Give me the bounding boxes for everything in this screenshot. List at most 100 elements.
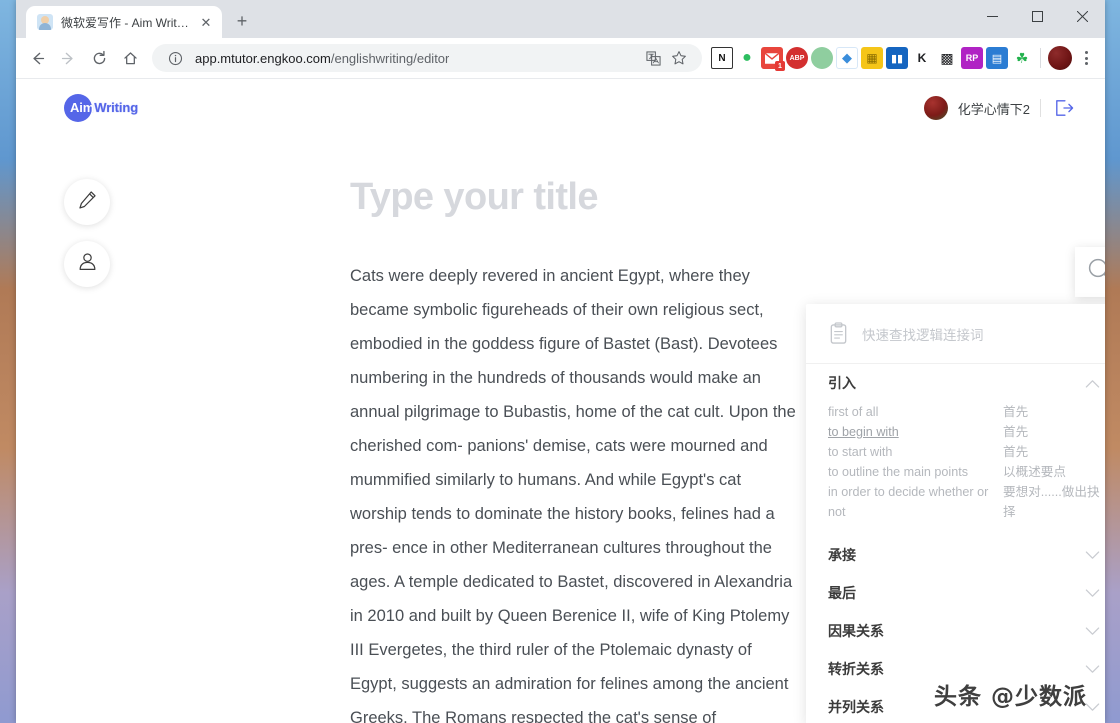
browser-titlebar: 微软爱写作 - Aim Writing ✕ + bbox=[16, 0, 1105, 38]
kami-extension-icon[interactable]: K bbox=[911, 47, 933, 69]
entry-chinese: 首先 bbox=[1003, 405, 1029, 419]
wechat-extension-icon[interactable]: ☘ bbox=[1011, 47, 1033, 69]
logo-aim: Aim bbox=[70, 100, 95, 115]
browser-toolbar: app.mtutor.engkoo.com/englishwriting/edi… bbox=[16, 38, 1105, 78]
app-header: AimWriting 化学心情下2 bbox=[16, 79, 1105, 137]
notion-extension-icon[interactable]: N bbox=[711, 47, 733, 69]
section-title: 并列关系 bbox=[828, 699, 884, 715]
address-bar[interactable]: app.mtutor.engkoo.com/englishwriting/edi… bbox=[152, 44, 702, 72]
maximize-icon[interactable] bbox=[1015, 0, 1060, 32]
grid-extension-icon[interactable]: ▦ bbox=[861, 47, 883, 69]
evernote-extension-icon[interactable]: ● bbox=[736, 47, 758, 69]
header-user-area: 化学心情下2 bbox=[923, 95, 1077, 121]
browser-profile-avatar[interactable] bbox=[1048, 46, 1072, 70]
clipboard-icon bbox=[828, 322, 850, 345]
assistant-tool-button[interactable] bbox=[64, 241, 110, 287]
header-separator bbox=[1040, 99, 1041, 117]
user-name: 化学心情下2 bbox=[957, 101, 1030, 117]
close-window-icon[interactable] bbox=[1060, 0, 1105, 32]
list-item[interactable]: to start with 首先 bbox=[828, 442, 1100, 462]
url-text: app.mtutor.engkoo.com/englishwriting/edi… bbox=[195, 51, 449, 66]
green-circle-extension-icon[interactable] bbox=[811, 47, 833, 69]
document-title-placeholder[interactable]: Type your title bbox=[350, 175, 802, 221]
connective-words-panel: 快速查找逻辑连接词 引入 first of all 首先 to begin wi… bbox=[806, 304, 1105, 723]
toolbar-divider bbox=[1040, 48, 1041, 68]
mail-badge: 1 bbox=[775, 61, 785, 71]
section-title: 引入 bbox=[828, 375, 856, 391]
panel-search-row[interactable]: 快速查找逻辑连接词 bbox=[806, 304, 1105, 364]
bookmark-star-icon[interactable] bbox=[668, 47, 690, 69]
web-page-content: AimWriting 化学心情下2 Type your title Cats w… bbox=[16, 79, 1105, 723]
edit-tool-button[interactable] bbox=[64, 179, 110, 225]
url-host: app.mtutor.engkoo.com bbox=[195, 50, 331, 66]
search-toggle-button[interactable] bbox=[1075, 247, 1105, 297]
section-header-zui-hou[interactable]: 最后 bbox=[806, 574, 1105, 612]
watermark-text: 头条 @少数派 bbox=[933, 684, 1087, 710]
document-body-text[interactable]: Cats were deeply revered in ancient Egyp… bbox=[350, 259, 802, 723]
entry-chinese: 首先 bbox=[1003, 425, 1029, 439]
chevron-down-icon[interactable] bbox=[1085, 588, 1100, 598]
tab-title: 微软爱写作 - Aim Writing bbox=[61, 15, 190, 30]
chevron-up-icon[interactable] bbox=[1085, 379, 1100, 388]
avatar[interactable] bbox=[923, 96, 948, 120]
home-icon[interactable] bbox=[115, 43, 145, 73]
person-icon bbox=[77, 251, 98, 277]
mail-extension-icon[interactable]: 1 bbox=[761, 47, 785, 71]
browser-tab[interactable]: 微软爱写作 - Aim Writing ✕ bbox=[26, 6, 222, 38]
entry-english[interactable]: to start with bbox=[828, 442, 1003, 462]
list-item[interactable]: first of all 首先 bbox=[828, 402, 1100, 422]
section-header-cheng-jie[interactable]: 承接 bbox=[806, 536, 1105, 574]
section-header-intro[interactable]: 引入 bbox=[828, 364, 1100, 402]
panel-search-input[interactable]: 快速查找逻辑连接词 bbox=[862, 324, 984, 344]
window-controls bbox=[970, 0, 1105, 38]
connective-entry-list: first of all 首先 to begin with 首先 to star… bbox=[828, 402, 1100, 536]
entry-english[interactable]: first of all bbox=[828, 402, 1003, 422]
section-title: 承接 bbox=[828, 547, 856, 563]
section-title: 转折关系 bbox=[828, 661, 884, 677]
minimize-icon[interactable] bbox=[970, 0, 1015, 32]
chevron-down-icon[interactable] bbox=[1085, 626, 1100, 636]
entry-chinese: 首先 bbox=[1003, 445, 1029, 459]
blue-doc-extension-icon[interactable]: ▤ bbox=[986, 47, 1008, 69]
list-item[interactable]: to begin with 首先 bbox=[828, 422, 1100, 442]
logout-icon[interactable] bbox=[1051, 95, 1077, 121]
omnibox-actions bbox=[642, 47, 690, 69]
chevron-down-icon[interactable] bbox=[1085, 702, 1100, 712]
entry-english[interactable]: to outline the main points bbox=[828, 462, 1003, 482]
adblock-plus-extension-icon[interactable]: ABP bbox=[786, 47, 808, 69]
section-header-yin-guo[interactable]: 因果关系 bbox=[806, 612, 1105, 650]
logo-writing: Writing bbox=[94, 100, 139, 115]
chevron-down-icon[interactable] bbox=[1085, 550, 1100, 560]
logo-text: AimWriting bbox=[64, 93, 138, 123]
tab-strip: 微软爱写作 - Aim Writing ✕ + bbox=[16, 0, 256, 38]
entry-english[interactable]: in order to decide whether or not bbox=[828, 482, 1003, 522]
forward-icon[interactable] bbox=[53, 43, 83, 73]
extensions-area: N ● 1 ABP ◆ ▦ ▮▮ K ▩ RP ▤ ☘ bbox=[709, 47, 1033, 71]
chevron-down-icon[interactable] bbox=[1085, 664, 1100, 674]
section-title: 因果关系 bbox=[828, 623, 884, 639]
new-tab-button[interactable]: + bbox=[228, 7, 256, 35]
close-icon[interactable]: ✕ bbox=[198, 14, 214, 30]
translate-icon[interactable] bbox=[642, 47, 664, 69]
aim-writing-logo[interactable]: AimWriting bbox=[64, 93, 138, 123]
reload-icon[interactable] bbox=[84, 43, 114, 73]
trello-extension-icon[interactable]: ▮▮ bbox=[886, 47, 908, 69]
site-info-icon[interactable] bbox=[164, 47, 186, 69]
url-path: /englishwriting/editor bbox=[330, 50, 450, 66]
left-tool-rail bbox=[64, 179, 110, 287]
diamond-extension-icon[interactable]: ◆ bbox=[836, 47, 858, 69]
entry-chinese: 以概述要点 bbox=[1003, 465, 1066, 479]
purple-extension-icon[interactable]: RP bbox=[961, 47, 983, 69]
entry-english[interactable]: to begin with bbox=[828, 422, 1003, 442]
chrome-menu-button[interactable] bbox=[1073, 45, 1099, 71]
list-item[interactable]: in order to decide whether or not 要想对...… bbox=[828, 482, 1100, 522]
list-item[interactable]: to outline the main points 以概述要点 bbox=[828, 462, 1100, 482]
document-editor[interactable]: Type your title Cats were deeply revered… bbox=[350, 175, 802, 723]
search-icon bbox=[1085, 255, 1105, 290]
back-icon[interactable] bbox=[22, 43, 52, 73]
qrcode-extension-icon[interactable]: ▩ bbox=[936, 47, 958, 69]
panel-section-expanded: 引入 first of all 首先 to begin with 首先 to s… bbox=[806, 364, 1105, 536]
section-title: 最后 bbox=[828, 585, 856, 601]
aim-writing-favicon bbox=[37, 14, 53, 30]
entry-chinese: 要想对......做出抉择 bbox=[1003, 485, 1100, 519]
